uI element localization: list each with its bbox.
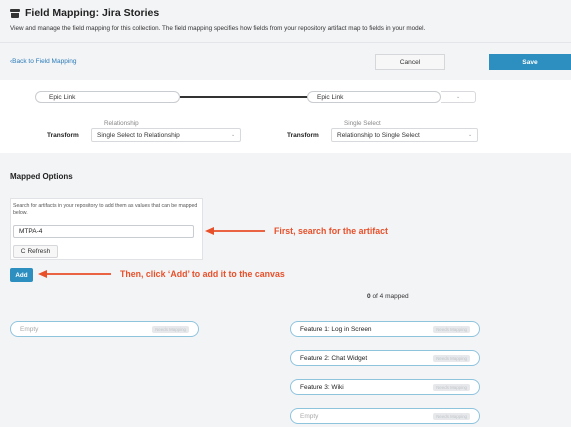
arrow-left-icon xyxy=(205,227,265,235)
annotation-add: Then, click ‘Add’ to add it to the canva… xyxy=(120,269,285,279)
needs-mapping-badge: Needs Mapping xyxy=(433,384,470,391)
annotation-arrows xyxy=(38,227,265,278)
mapped-count-suffix: of 4 mapped xyxy=(372,293,409,300)
needs-mapping-badge: Needs Mapping xyxy=(433,326,470,333)
target-option-pill[interactable]: Empty Needs Mapping xyxy=(290,408,480,424)
needs-mapping-badge: Needs Mapping xyxy=(152,326,189,333)
mapped-count: 0 of 4 mapped xyxy=(367,293,409,300)
arrow-left-icon xyxy=(38,270,111,278)
list-item-label: Feature 2: Chat Widget xyxy=(300,354,368,362)
needs-mapping-badge: Needs Mapping xyxy=(433,355,470,362)
list-item-label: Feature 1: Log in Screen xyxy=(300,325,372,333)
list-item-label: Feature 3: Wiki xyxy=(300,383,344,391)
source-option-pill[interactable]: Empty Needs Mapping xyxy=(10,321,199,337)
list-item-label: Empty xyxy=(300,412,319,420)
annotation-search: First, search for the artifact xyxy=(274,226,388,236)
target-option-pill[interactable]: Feature 1: Log in Screen Needs Mapping xyxy=(290,321,480,337)
list-item-label: Empty xyxy=(20,325,39,333)
needs-mapping-badge: Needs Mapping xyxy=(433,413,470,420)
target-option-pill[interactable]: Feature 2: Chat Widget Needs Mapping xyxy=(290,350,480,366)
mapped-count-number: 0 xyxy=(367,293,371,300)
target-option-pill[interactable]: Feature 3: Wiki Needs Mapping xyxy=(290,379,480,395)
